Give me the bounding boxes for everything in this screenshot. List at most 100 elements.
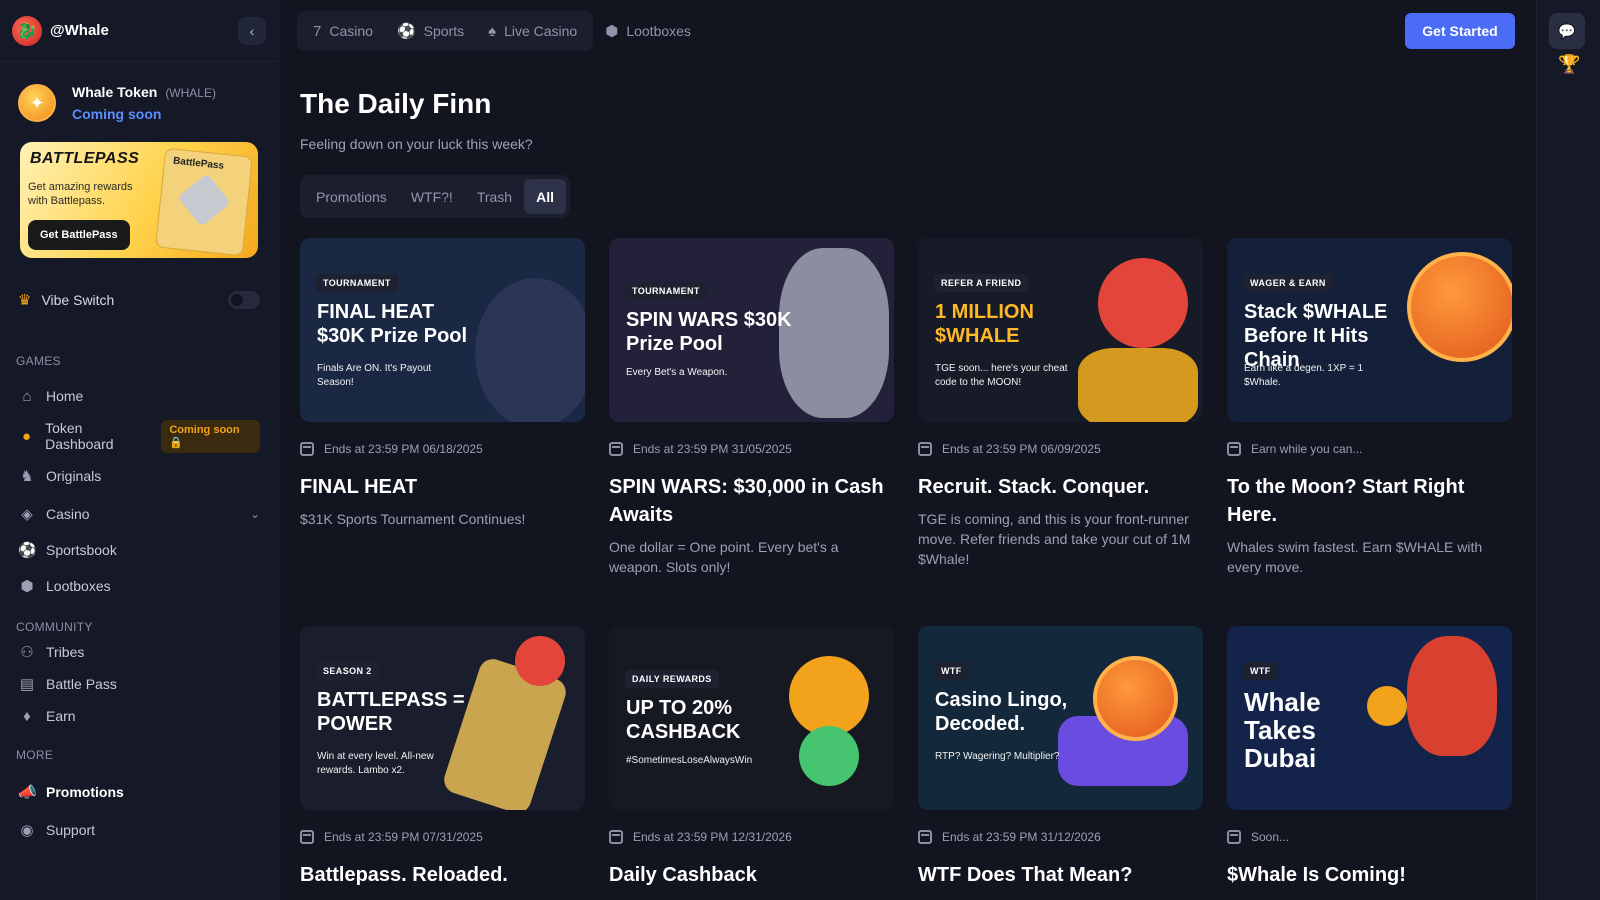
promo-card[interactable]: DAILY REWARDS UP TO 20% CASHBACK #Someti… — [609, 626, 894, 889]
tab-sports[interactable]: ⚽ Sports — [385, 11, 476, 51]
sidebar-item-originals[interactable]: ♞ Originals — [0, 456, 278, 496]
sportsbook-icon: ⚽ — [18, 542, 37, 559]
sidebar-item-token-dashboard[interactable]: ● Token Dashboard Coming soon 🔒 — [0, 416, 278, 456]
promo-headline: 1 MILLION $WHALE — [935, 301, 1034, 347]
promo-subline: TGE soon... here's your cheat code to th… — [935, 363, 1068, 388]
sidebar-item-label: Promotions — [46, 784, 124, 800]
token-symbol: (WHALE) — [165, 86, 216, 100]
promo-card-image[interactable]: REFER A FRIEND 1 MILLION $WHALE TGE soon… — [918, 238, 1203, 422]
brand-name[interactable]: @Whale — [50, 22, 109, 39]
originals-icon: ♞ — [20, 468, 34, 485]
promo-card-image[interactable]: TOURNAMENT SPIN WARS $30K Prize Pool Eve… — [609, 238, 894, 422]
filter-all[interactable]: All — [524, 179, 566, 214]
promo-card-image[interactable]: DAILY REWARDS UP TO 20% CASHBACK #Someti… — [609, 626, 894, 810]
earn-icon: ♦ — [23, 707, 31, 725]
sidebar-item-battle-pass[interactable]: ▤ Battle Pass — [0, 668, 278, 700]
promo-tag: TOURNAMENT — [316, 274, 398, 292]
crown-icon: ♛ — [18, 292, 32, 309]
calendar-icon — [300, 830, 314, 844]
promo-title[interactable]: Recruit. Stack. Conquer. — [918, 473, 1203, 501]
promo-meta-text: Ends at 23:59 PM 31/12/2026 — [942, 830, 1101, 844]
sidebar-item-tribes[interactable]: ⚇ Tribes — [0, 636, 278, 668]
promo-title[interactable]: Battlepass. Reloaded. — [300, 861, 585, 889]
tab-live-casino[interactable]: ♠ Live Casino — [476, 11, 589, 51]
promo-meta-text: Soon... — [1251, 830, 1290, 844]
sidebar-item-home[interactable]: ⌂ Home — [0, 376, 278, 416]
promo-title[interactable]: $Whale Is Coming! — [1227, 861, 1512, 889]
promo-meta: Ends at 23:59 PM 31/05/2025 — [609, 441, 894, 457]
home-icon: ⌂ — [22, 387, 32, 405]
chat-icon: 💬 — [1558, 22, 1576, 39]
promo-card[interactable]: TOURNAMENT SPIN WARS $30K Prize Pool Eve… — [609, 238, 894, 577]
whale-logo-icon[interactable]: 🐉 — [12, 15, 42, 46]
promo-card[interactable]: SEASON 2 BATTLEPASS = POWER Win at every… — [300, 626, 585, 889]
promo-title[interactable]: SPIN WARS: $30,000 in Cash Awaits — [609, 473, 894, 529]
whale-coin-art — [1093, 656, 1178, 741]
sidebar-item-lootboxes[interactable]: ⬢ Lootboxes — [0, 568, 278, 604]
calendar-icon — [1227, 830, 1241, 844]
vibe-switch-label: Vibe Switch — [41, 292, 115, 308]
calendar-icon — [918, 830, 932, 844]
promo-card-image[interactable]: WTF Casino Lingo, Decoded. RTP? Wagering… — [918, 626, 1203, 810]
promo-card-image[interactable]: WTF Whale Takes Dubai — [1227, 626, 1512, 810]
sidebar-item-sportsbook[interactable]: ⚽ Sportsbook — [0, 532, 278, 568]
promo-card-image[interactable]: SEASON 2 BATTLEPASS = POWER Win at every… — [300, 626, 585, 810]
section-label-community: COMMUNITY — [16, 620, 93, 634]
promo-card[interactable]: WTF Whale Takes Dubai Soon... $Whale Is … — [1227, 626, 1512, 889]
trophy-icon[interactable]: 🏆 — [1558, 54, 1580, 75]
promo-card[interactable]: WAGER & EARN Stack $WHALE Before It Hits… — [1227, 238, 1512, 577]
get-started-button[interactable]: Get Started — [1405, 13, 1515, 49]
promo-card[interactable]: WTF Casino Lingo, Decoded. RTP? Wagering… — [918, 626, 1203, 889]
dragon-art — [1098, 258, 1188, 348]
sidebar-item-label: Lootboxes — [46, 578, 111, 594]
vibe-switch-toggle[interactable] — [228, 291, 260, 309]
calendar-icon — [1227, 442, 1241, 456]
promo-card-image[interactable]: WAGER & EARN Stack $WHALE Before It Hits… — [1227, 238, 1512, 422]
tab-casino[interactable]: 7 Casino — [301, 11, 385, 51]
promo-title[interactable]: To the Moon? Start Right Here. — [1227, 473, 1512, 529]
token-card[interactable]: ✦ Whale Token (WHALE) Coming soon — [0, 62, 278, 136]
promo-meta: Ends at 23:59 PM 07/31/2025 — [300, 829, 585, 845]
lootbox-icon: ⬢ — [605, 23, 619, 40]
promo-headline: UP TO 20% CASHBACK — [626, 697, 741, 743]
battlepass-description: Get amazing rewards with Battlepass. — [28, 181, 133, 207]
lock-icon: 🔒 — [169, 436, 184, 449]
chat-button[interactable]: 💬 — [1549, 13, 1585, 49]
tab-lootboxes[interactable]: ⬢ Lootboxes — [593, 11, 703, 51]
filter-tabs: Promotions WTF?! Trash All — [300, 175, 570, 218]
promo-title[interactable]: FINAL HEAT — [300, 473, 585, 501]
promo-meta: Ends at 23:59 PM 12/31/2026 — [609, 829, 894, 845]
promo-tag: WAGER & EARN — [1243, 274, 1333, 292]
promo-card[interactable]: REFER A FRIEND 1 MILLION $WHALE TGE soon… — [918, 238, 1203, 569]
promo-meta-text: Ends at 23:59 PM 06/09/2025 — [942, 442, 1101, 456]
promo-title[interactable]: WTF Does That Mean? — [918, 861, 1203, 889]
chevron-down-icon[interactable]: ⌄ — [250, 507, 260, 521]
promo-meta-text: Ends at 23:59 PM 06/18/2025 — [324, 442, 483, 456]
tab-label: Live Casino — [504, 23, 578, 39]
dragon-art — [515, 636, 565, 686]
sidebar: 🐉 @Whale ‹ ✦ Whale Token (WHALE) Coming s… — [0, 0, 279, 900]
whale-coin-art — [1407, 252, 1512, 362]
sidebar-item-promotions[interactable]: 📣 Promotions — [0, 772, 278, 812]
promo-card[interactable]: TOURNAMENT FINAL HEAT $30K Prize Pool Fi… — [300, 238, 585, 529]
battlepass-banner[interactable]: BATTLEPASS Get amazing rewards with Batt… — [20, 142, 258, 258]
promo-card-image[interactable]: TOURNAMENT FINAL HEAT $30K Prize Pool Fi… — [300, 238, 585, 422]
vibe-switch-row[interactable]: ♛ Vibe Switch — [0, 286, 278, 314]
percent-coin-art — [789, 656, 869, 736]
battlepass-card-art: BattlePass — [155, 147, 253, 257]
sidebar-item-support[interactable]: ◉ Support — [0, 812, 278, 848]
sidebar-item-earn[interactable]: ♦ Earn — [0, 700, 278, 732]
filter-promotions[interactable]: Promotions — [304, 179, 399, 214]
get-battlepass-button[interactable]: Get BattlePass — [28, 220, 130, 250]
promo-tag: WTF — [1243, 662, 1278, 680]
megaphone-icon: 📣 — [18, 784, 37, 801]
promo-headline: Casino Lingo, Decoded. — [935, 689, 1068, 735]
promo-headline: FINAL HEAT $30K Prize Pool — [317, 301, 468, 347]
promo-title[interactable]: Daily Cashback — [609, 861, 894, 889]
filter-trash[interactable]: Trash — [465, 179, 524, 214]
collapse-sidebar-button[interactable]: ‹ — [238, 16, 266, 45]
sidebar-item-label: Tribes — [46, 644, 85, 660]
filter-wtf[interactable]: WTF?! — [399, 179, 465, 214]
battlepass-title: BATTLEPASS — [30, 150, 140, 167]
sidebar-item-casino[interactable]: ◈ Casino ⌄ — [0, 496, 278, 532]
